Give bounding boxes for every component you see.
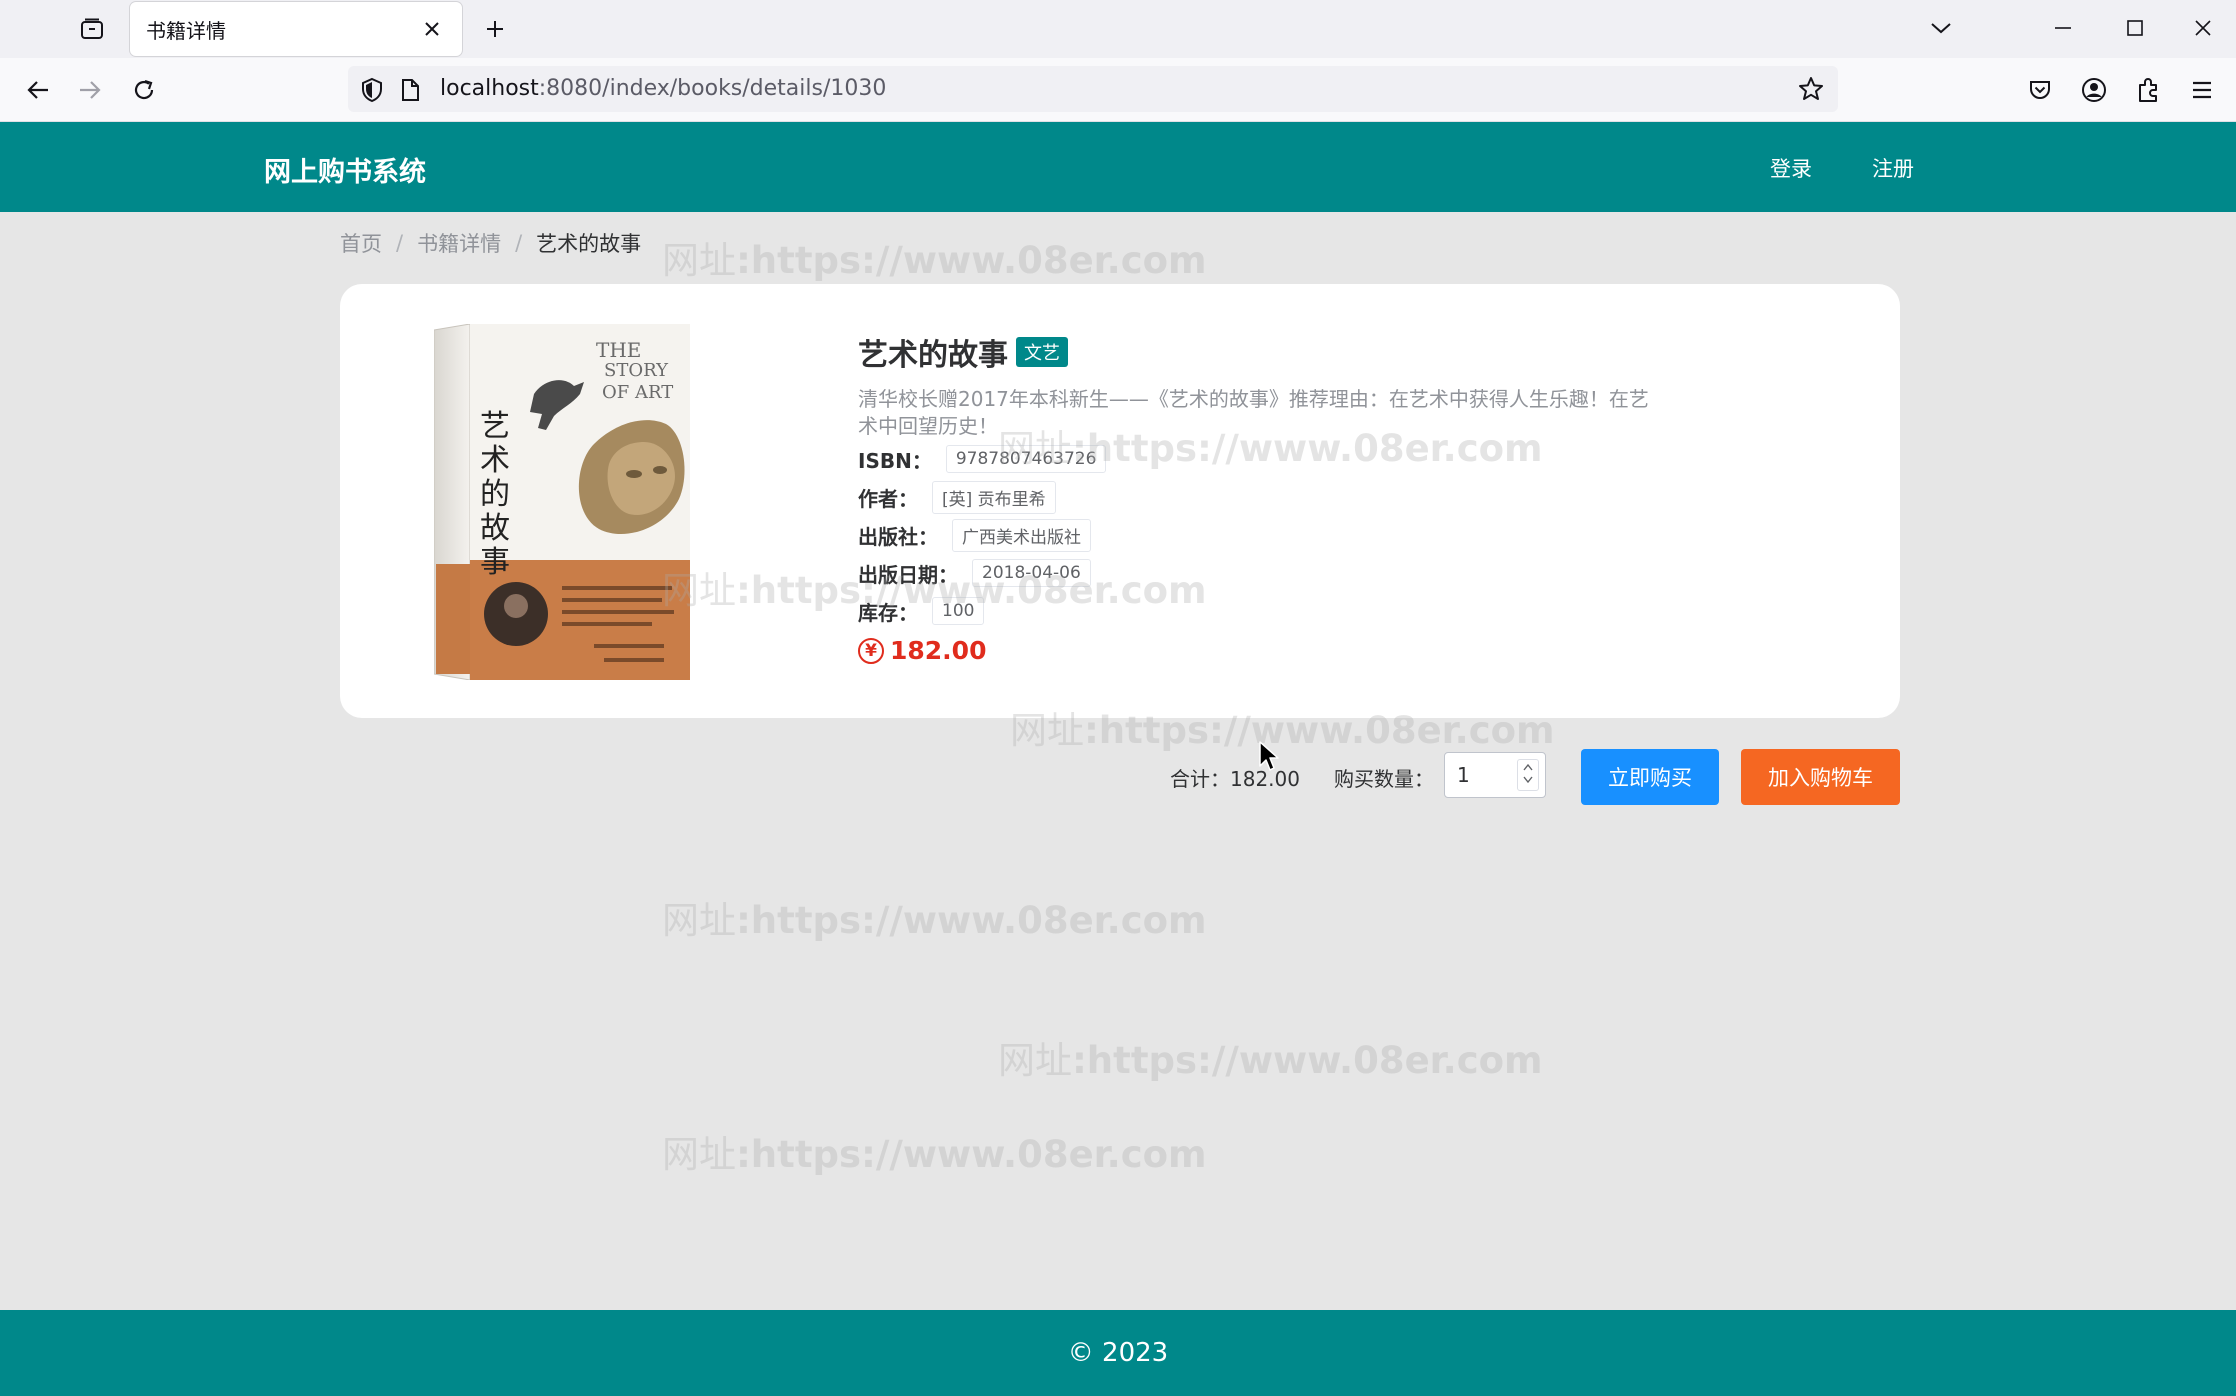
book-title: 艺术的故事 (858, 338, 1008, 373)
browser-tab[interactable]: 书籍详情 (130, 2, 462, 56)
quantity-value[interactable]: 1 (1457, 763, 1470, 787)
shield-icon[interactable] (360, 77, 384, 107)
pocket-icon[interactable] (2020, 72, 2060, 108)
book-cover-image: THE STORY OF ART 艺术的故事 (433, 323, 694, 681)
title-row: 艺术的故事 文艺 (858, 330, 1668, 374)
menu-icon[interactable] (2182, 72, 2222, 108)
site-footer: © 2023 (0, 1310, 2236, 1396)
field-label: ISBN： (858, 448, 932, 473)
breadcrumb-current: 艺术的故事 (536, 232, 642, 256)
cover-title-cn: 艺术的故事 (480, 409, 510, 580)
breadcrumb: 首页 / 书籍详情 / 艺术的故事 (340, 228, 641, 258)
browser-tab-bar: 书籍详情 (0, 0, 2236, 58)
tab-list-icon[interactable] (72, 14, 112, 44)
watermark: 网址:https://www.08er.com (1010, 709, 1555, 752)
footer-copyright: © 2023 (1067, 1338, 1169, 1368)
field-value: [英] 贡布里希 (932, 480, 1056, 514)
watermark: 网址:https://www.08er.com (998, 427, 1543, 470)
decrement-icon[interactable] (1523, 775, 1533, 787)
book-info: 艺术的故事 文艺 清华校长赠2017年本科新生——《艺术的故事》推荐理由：在艺术… (858, 330, 1668, 665)
register-link[interactable]: 注册 (1872, 153, 1914, 183)
breadcrumb-separator: / (396, 231, 404, 255)
total-label: 合计： (1170, 767, 1230, 791)
field-publisher: 出版社： 广西美术出版社 (858, 516, 1668, 554)
field-value: 广西美术出版社 (952, 518, 1091, 552)
back-icon[interactable] (18, 72, 58, 108)
chevron-down-icon[interactable] (1918, 8, 1964, 48)
watermark: 网址:https://www.08er.com (662, 1133, 1207, 1176)
stepper-arrows[interactable] (1517, 759, 1539, 791)
mouse-cursor-icon (1258, 740, 1280, 776)
watermark: 网址:https://www.08er.com (662, 569, 1207, 612)
url-bar[interactable]: localhost:8080/index/books/details/1030 (348, 66, 1838, 112)
site-logo[interactable]: 网上购书系统 (264, 150, 426, 189)
yen-icon: ¥ (858, 637, 884, 664)
cover-title-en-1: THE (596, 338, 642, 362)
buy-now-button[interactable]: 立即购买 (1581, 749, 1719, 805)
url-text[interactable]: localhost:8080/index/books/details/1030 (440, 76, 886, 101)
star-icon[interactable] (1798, 76, 1824, 106)
watermark: 网址:https://www.08er.com (662, 899, 1207, 942)
price-value: 182.00 (890, 636, 987, 665)
field-author: 作者： [英] 贡布里希 (858, 478, 1668, 516)
breadcrumb-home[interactable]: 首页 (340, 228, 382, 258)
forward-icon[interactable] (70, 72, 110, 108)
quantity-stepper[interactable]: 1 (1444, 752, 1546, 798)
page-icon[interactable] (400, 78, 420, 106)
watermark: 网址:https://www.08er.com (998, 1039, 1543, 1082)
extensions-icon[interactable] (2128, 72, 2168, 108)
cover-title-en-3: OF ART (602, 382, 674, 403)
field-label: 出版社： (858, 524, 938, 549)
url-path: :8080/index/books/details/1030 (538, 76, 887, 101)
close-icon[interactable] (2180, 8, 2226, 48)
breadcrumb-separator: / (515, 231, 523, 255)
add-to-cart-button[interactable]: 加入购物车 (1741, 749, 1900, 805)
price: ¥ 182.00 (858, 636, 1668, 665)
maximize-icon[interactable] (2112, 8, 2158, 48)
quantity-label: 购买数量： (1334, 767, 1434, 791)
tab-title: 书籍详情 (146, 18, 226, 43)
url-host: localhost (440, 76, 539, 101)
breadcrumb-book-details[interactable]: 书籍详情 (417, 228, 501, 258)
account-icon[interactable] (2074, 72, 2114, 108)
browser-toolbar: localhost:8080/index/books/details/1030 (0, 58, 2236, 122)
reload-icon[interactable] (124, 72, 164, 108)
close-icon[interactable] (418, 15, 446, 43)
login-link[interactable]: 登录 (1770, 153, 1812, 183)
book-detail-card: THE STORY OF ART 艺术的故事 艺术的故事 文艺 清华校长赠201… (340, 284, 1900, 718)
minimize-icon[interactable] (2040, 8, 2086, 48)
site-header: 网上购书系统 登录 注册 (0, 122, 2236, 212)
watermark: 网址:https://www.08er.com (662, 239, 1207, 282)
cover-title-en-2: STORY (604, 360, 668, 381)
total-price: 合计：182.00 (1170, 763, 1300, 792)
plus-icon[interactable] (478, 12, 512, 46)
increment-icon[interactable] (1523, 763, 1533, 775)
category-tag: 文艺 (1016, 337, 1068, 367)
field-label: 作者： (858, 486, 918, 511)
